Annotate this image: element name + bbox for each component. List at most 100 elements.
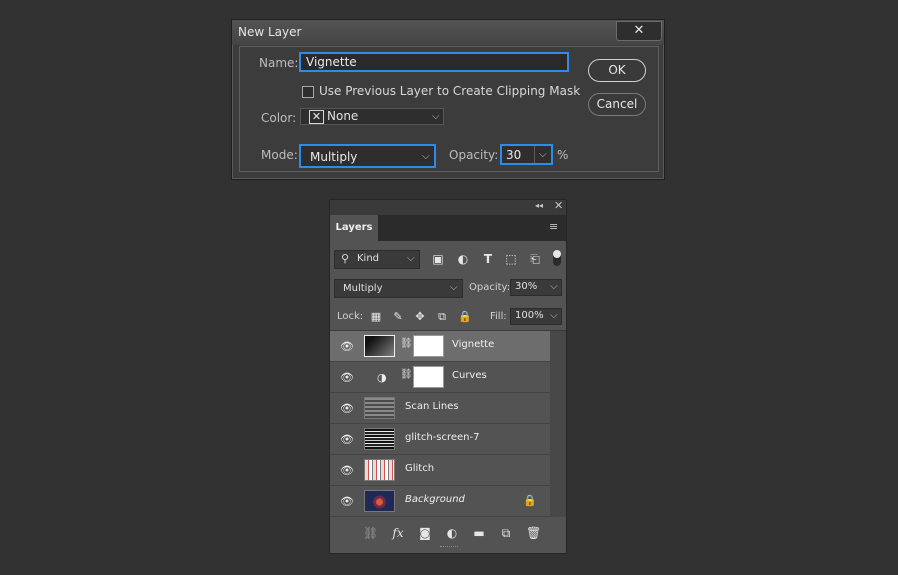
opacity-value: 30: [506, 148, 522, 162]
adjustment-icon[interactable]: ◐: [445, 526, 459, 540]
lock-all-icon[interactable]: 🔒: [458, 311, 472, 323]
lock-row: Lock: ▦ ✎ ✥ ⧉ 🔒 Fill: 100% ⌵: [330, 302, 566, 331]
blend-mode-select[interactable]: Multiply ⌵: [334, 279, 463, 298]
link-icon[interactable]: ⛓: [363, 526, 378, 540]
lock-position-icon[interactable]: ✥: [414, 311, 426, 323]
opacity-label: Opacity:: [449, 148, 499, 162]
shape-filter-icon[interactable]: ⬚: [504, 252, 518, 266]
panel-topbar[interactable]: ◂◂ ✕: [330, 199, 566, 215]
lock-artboard-icon[interactable]: ⧉: [436, 311, 448, 323]
mode-select[interactable]: Multiply ⌵: [299, 144, 436, 168]
layer-row-scan-lines[interactable]: 👁 Scan Lines: [330, 393, 550, 424]
visibility-eye-icon[interactable]: 👁: [340, 371, 354, 384]
smart-object-filter-icon[interactable]: ⎗: [528, 252, 542, 266]
resize-grip[interactable]: [440, 546, 458, 550]
chevron-down-icon[interactable]: ⌵: [539, 149, 547, 160]
no-color-swatch-icon: ✕: [309, 110, 324, 124]
opacity-value: 30%: [515, 281, 538, 292]
new-layer-dialog: New Layer ✕ Name: Vignette Use Previous …: [231, 19, 665, 180]
filter-row: ⚲ Kind ⌵ ▣ ◐ T ⬚ ⎗: [330, 241, 566, 274]
lock-icon: 🔒: [523, 494, 537, 507]
color-select[interactable]: ✕ None ⌵: [300, 108, 444, 125]
chevron-down-icon[interactable]: ⌵: [550, 310, 558, 321]
layers-panel: ◂◂ ✕ Layers ≡ ⚲ Kind ⌵ ▣ ◐ T ⬚ ⎗ Multipl…: [329, 199, 567, 554]
mode-value: Multiply: [310, 150, 358, 164]
close-icon[interactable]: ✕: [616, 21, 662, 41]
layer-name[interactable]: Background: [405, 494, 465, 505]
tab-layers[interactable]: Layers: [330, 215, 378, 241]
trash-icon[interactable]: 🗑: [526, 526, 541, 540]
adjustment-filter-icon[interactable]: ◐: [456, 252, 470, 266]
fill-value: 100%: [515, 310, 544, 321]
blend-mode-value: Multiply: [343, 283, 383, 294]
layer-thumbnail[interactable]: [364, 428, 395, 450]
type-filter-icon[interactable]: T: [481, 252, 495, 266]
color-value: None: [327, 109, 359, 123]
color-label: Color:: [261, 111, 297, 125]
name-label: Name:: [259, 56, 299, 70]
chevron-down-icon: ⌵: [407, 253, 415, 264]
panel-menu-icon[interactable]: ≡: [549, 220, 558, 233]
adjustment-layer-icon[interactable]: ◑: [377, 371, 387, 384]
clipping-mask-checkbox[interactable]: [302, 86, 314, 98]
panel-tab-row: Layers ≡: [330, 215, 566, 241]
visibility-eye-icon[interactable]: 👁: [340, 464, 354, 477]
folder-icon[interactable]: ▬: [472, 526, 486, 540]
mask-icon[interactable]: ◙: [418, 526, 432, 540]
search-icon: ⚲: [341, 252, 350, 265]
visibility-eye-icon[interactable]: 👁: [340, 433, 354, 446]
cancel-button[interactable]: Cancel: [588, 93, 646, 116]
visibility-eye-icon[interactable]: 👁: [340, 402, 354, 415]
lock-image-pixels-icon[interactable]: ✎: [392, 311, 404, 323]
layer-row-background[interactable]: 👁 Background 🔒: [330, 486, 550, 517]
layers-scrollbar[interactable]: [550, 331, 566, 517]
fill-field[interactable]: 100% ⌵: [510, 308, 562, 325]
fx-icon[interactable]: fx: [391, 526, 405, 540]
layer-name[interactable]: Scan Lines: [405, 401, 459, 412]
layer-row-vignette[interactable]: 👁 ⛓ Vignette: [330, 331, 550, 362]
layer-name[interactable]: Glitch: [405, 463, 434, 474]
layer-mask-thumbnail[interactable]: [413, 335, 444, 357]
close-icon[interactable]: ✕: [554, 199, 563, 212]
layer-thumbnail[interactable]: [364, 397, 395, 419]
layer-row-curves[interactable]: 👁 ◑ ⛓ Curves: [330, 362, 550, 393]
name-field[interactable]: Vignette: [299, 52, 569, 72]
visibility-eye-icon[interactable]: 👁: [340, 340, 354, 353]
link-icon[interactable]: ⛓: [400, 338, 413, 349]
layer-mask-thumbnail[interactable]: [413, 366, 444, 388]
dialog-title: New Layer: [238, 25, 302, 39]
pixel-filter-icon[interactable]: ▣: [431, 252, 445, 266]
filter-toggle[interactable]: [553, 250, 561, 266]
layer-thumbnail[interactable]: [364, 335, 395, 357]
layer-name[interactable]: Curves: [452, 370, 487, 381]
new-layer-icon[interactable]: ⧉: [499, 526, 513, 540]
lock-transparent-pixels-icon[interactable]: ▦: [370, 311, 382, 323]
layer-name[interactable]: Vignette: [452, 339, 494, 350]
link-icon[interactable]: ⛓: [400, 369, 413, 380]
layer-row-glitch[interactable]: 👁 Glitch: [330, 455, 550, 486]
dialog-titlebar[interactable]: New Layer ✕: [232, 20, 664, 45]
visibility-eye-icon[interactable]: 👁: [340, 495, 354, 508]
clipping-mask-label[interactable]: Use Previous Layer to Create Clipping Ma…: [319, 84, 580, 98]
lock-label: Lock:: [337, 311, 364, 322]
layers-bottom-toolbar: ⛓ fx ◙ ◐ ▬ ⧉ 🗑: [330, 517, 566, 553]
filter-kind-select[interactable]: ⚲ Kind ⌵: [334, 250, 420, 269]
layer-row-glitch-screen-7[interactable]: 👁 glitch-screen-7: [330, 424, 550, 455]
blend-row: Multiply ⌵ Opacity: 30% ⌵: [330, 274, 566, 302]
collapse-icon[interactable]: ◂◂: [535, 201, 543, 210]
chevron-down-icon: ⌵: [450, 282, 458, 293]
mode-label: Mode:: [261, 148, 298, 162]
layer-name[interactable]: glitch-screen-7: [405, 432, 479, 443]
opacity-label: Opacity:: [469, 282, 511, 293]
ok-button[interactable]: OK: [588, 59, 646, 82]
chevron-down-icon: ⌵: [432, 111, 440, 122]
layer-thumbnail[interactable]: [364, 490, 395, 512]
opacity-unit: %: [557, 148, 569, 162]
layers-list: 👁 ⛓ Vignette 👁 ◑ ⛓ Curves 👁 Scan Lines 👁…: [330, 331, 566, 517]
opacity-field[interactable]: 30% ⌵: [510, 279, 562, 296]
chevron-down-icon[interactable]: ⌵: [550, 281, 558, 292]
filter-kind-value: Kind: [357, 253, 380, 264]
fill-label: Fill:: [490, 311, 507, 322]
opacity-field[interactable]: 30 ⌵: [500, 144, 553, 165]
layer-thumbnail[interactable]: [364, 459, 395, 481]
